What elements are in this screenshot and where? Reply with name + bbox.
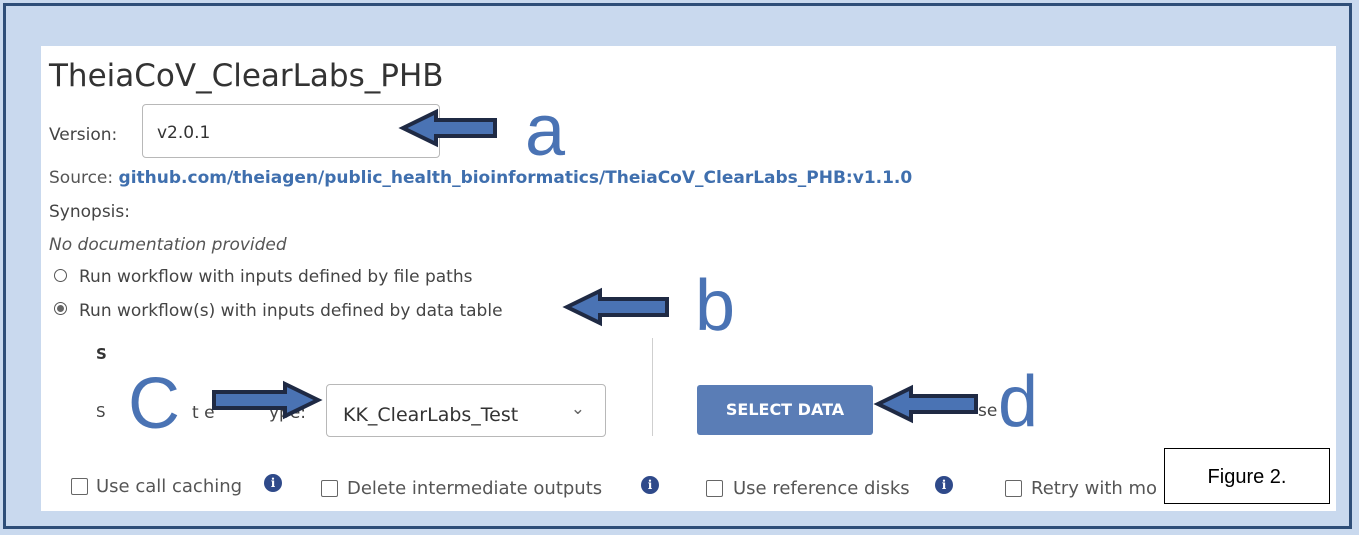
annotation-overlay (212, 108, 978, 424)
callout-d: d (998, 362, 1039, 442)
arrow-icon (398, 108, 497, 148)
callout-b: b (695, 266, 736, 346)
callout-a: a (525, 91, 566, 171)
figure-caption: Figure 2. (1164, 448, 1330, 504)
arrow-icon (562, 287, 669, 327)
arrow-icon (212, 380, 323, 420)
arrow-icon (873, 384, 978, 424)
callout-c: C (128, 364, 180, 444)
